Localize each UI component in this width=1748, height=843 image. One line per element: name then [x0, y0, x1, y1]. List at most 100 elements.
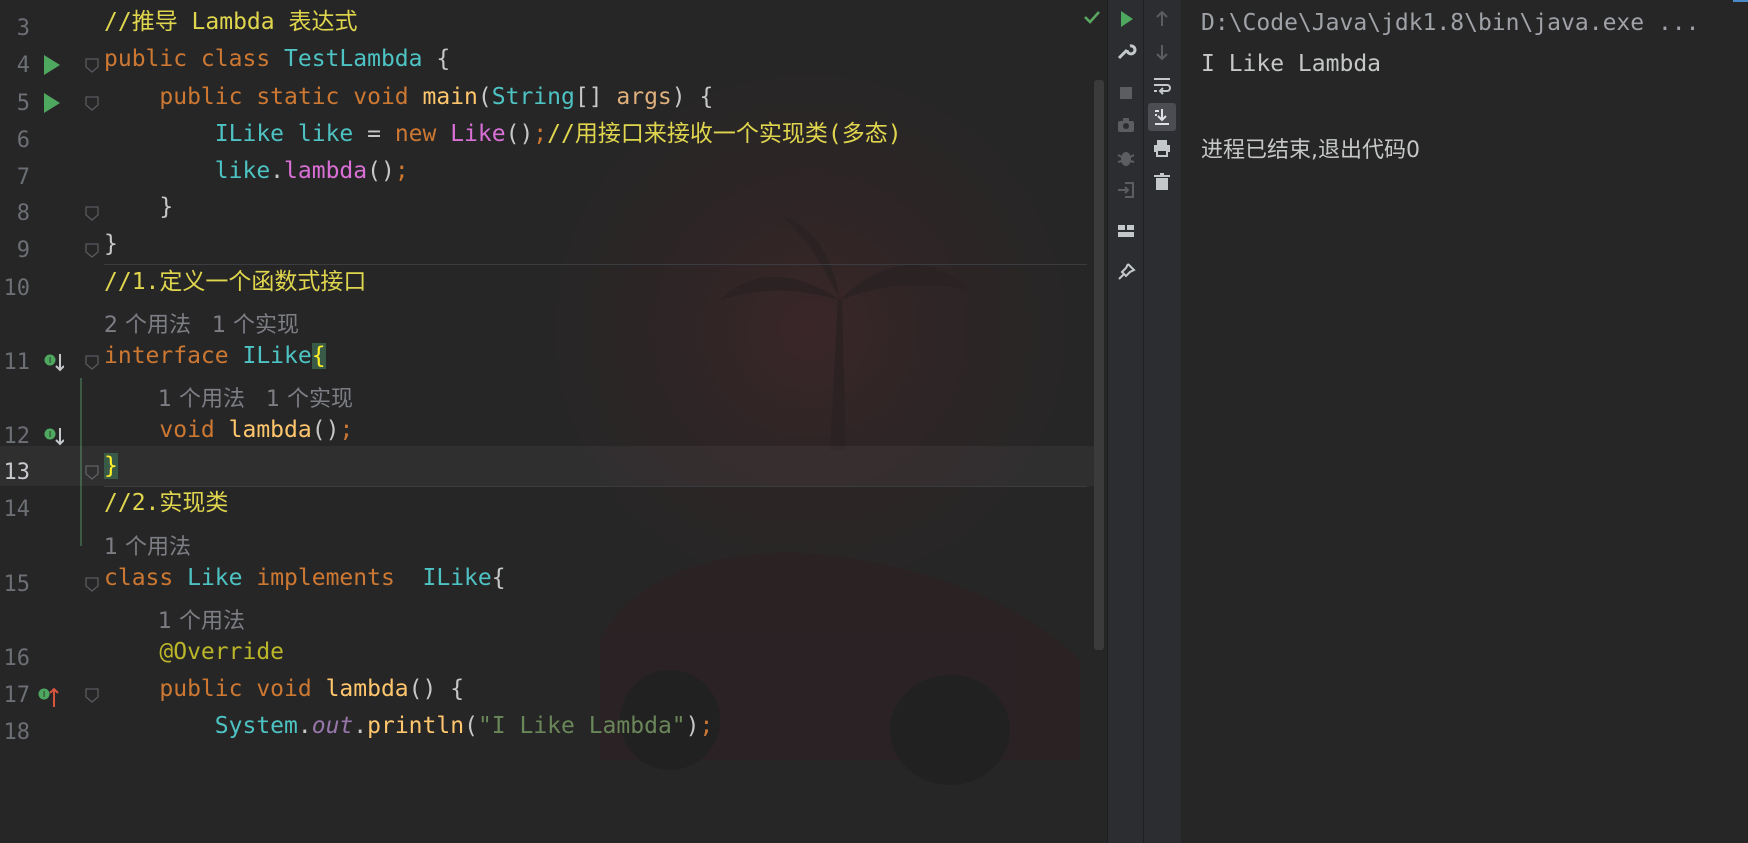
code-token: "I Like Lambda"	[477, 713, 686, 739]
line-number: 16	[3, 646, 31, 671]
fold-icon[interactable]	[85, 58, 99, 73]
run-console[interactable]: D:\Code\Java\jdk1.8\bin\java.exe ... I L…	[1181, 0, 1748, 843]
code-token: (	[477, 84, 492, 110]
code-token: new	[394, 121, 451, 147]
code-token: //2.实现类	[104, 490, 229, 516]
line-number: 11	[3, 350, 31, 375]
login-icon[interactable]	[1114, 178, 1138, 202]
line-number: 8	[16, 201, 30, 226]
code-line[interactable]: }	[104, 187, 173, 227]
fold-icon[interactable]	[85, 577, 99, 592]
code-line[interactable]: System.out.println("I Like Lambda");	[104, 706, 714, 746]
code-token: ;	[533, 121, 548, 147]
soft-wrap-icon[interactable]	[1150, 73, 1174, 97]
code-line[interactable]: void lambda();	[104, 410, 353, 450]
code-line[interactable]: class Like implements ILike{	[104, 558, 506, 598]
code-editor[interactable]: 3 4 5 6 7 8 9 10 11 I 12 I 13 14 15 16 17 I 18 //推导 Lambda…	[0, 0, 1107, 843]
line-number: 17	[3, 683, 31, 708]
gutter-row: 10	[0, 269, 104, 309]
camera-icon[interactable]	[1114, 113, 1138, 137]
current-code-line[interactable]: }	[0, 446, 1104, 486]
code-token: //推导 Lambda 表达式	[104, 9, 358, 35]
code-token: println	[367, 713, 465, 739]
arrow-down-icon[interactable]	[1150, 40, 1174, 64]
code-line[interactable]: //1.定义一个函数式接口	[104, 262, 366, 302]
console-output-line: I Like Lambda	[1201, 51, 1382, 77]
code-area[interactable]: //推导 Lambda 表达式 public class TestLambda {…	[0, 0, 1104, 843]
gutter-row: 5	[0, 84, 104, 124]
code-token: []	[574, 84, 617, 110]
line-number: 18	[3, 720, 31, 745]
code-token: =	[353, 121, 395, 147]
implemented-icon[interactable]: I	[44, 352, 64, 374]
code-token: .	[297, 713, 312, 739]
fold-icon[interactable]	[85, 206, 99, 221]
fold-icon[interactable]	[85, 355, 99, 370]
fold-icon[interactable]	[85, 96, 99, 111]
line-number: 14	[3, 497, 31, 522]
code-token: public void	[159, 676, 326, 702]
arrow-up-icon[interactable]	[1150, 7, 1174, 31]
line-number: 4	[16, 53, 30, 78]
run-gutter-icon[interactable]	[44, 55, 60, 75]
run-gutter-icon[interactable]	[44, 93, 60, 113]
code-token: ()	[367, 158, 395, 184]
stop-icon[interactable]	[1114, 81, 1138, 105]
fold-icon[interactable]	[85, 688, 99, 703]
console-command-line: D:\Code\Java\jdk1.8\bin\java.exe ...	[1201, 10, 1700, 36]
code-line[interactable]: //推导 Lambda 表达式	[104, 2, 357, 42]
fold-icon[interactable]	[85, 243, 99, 258]
code-token: }	[104, 194, 174, 220]
editor-scrollbar[interactable]	[1094, 80, 1104, 650]
line-number: 9	[16, 238, 30, 263]
code-token: ILike	[214, 121, 298, 147]
line-number: 3	[16, 16, 30, 41]
tab-indicator	[1733, 0, 1748, 2]
run-icon[interactable]	[1114, 7, 1138, 31]
code-line[interactable]: public static void main(String[] args) {	[104, 77, 713, 117]
print-icon[interactable]	[1150, 136, 1174, 160]
pin-icon[interactable]	[1114, 260, 1138, 284]
code-line[interactable]: public class TestLambda {	[104, 39, 450, 79]
layout-icon[interactable]	[1114, 219, 1138, 243]
gutter-row: 16	[0, 639, 104, 679]
check-icon	[1084, 11, 1100, 24]
toolbar-divider	[1143, 0, 1144, 843]
gutter-row: 3	[0, 9, 104, 49]
line-number: 10	[3, 276, 31, 301]
wrench-icon[interactable]	[1114, 39, 1138, 63]
gutter-row: 18	[0, 713, 104, 753]
gutter-row: 17 I	[0, 676, 104, 716]
code-token: }	[104, 453, 118, 479]
code-line[interactable]: //2.实现类	[104, 483, 228, 523]
code-line[interactable]: like.lambda();	[104, 151, 409, 191]
code-token: {	[311, 343, 326, 369]
code-line[interactable]: ILike like = new Like();//用接口来接收一个实现类(多态…	[104, 114, 902, 154]
code-token: public class	[104, 46, 285, 72]
code-line[interactable]: public void lambda() {	[104, 669, 464, 709]
code-token: class	[104, 565, 188, 591]
trash-icon[interactable]	[1150, 170, 1174, 194]
code-token: out	[311, 713, 354, 739]
code-token: System	[214, 713, 298, 739]
method-separator	[104, 486, 1087, 487]
code-token: ILike	[242, 343, 312, 369]
code-line[interactable]: interface ILike{	[104, 336, 326, 376]
scroll-to-end-icon[interactable]	[1148, 103, 1176, 131]
code-token: ILike	[422, 565, 492, 591]
code-line[interactable]: @Override	[104, 632, 284, 672]
overrides-icon[interactable]: I	[38, 685, 62, 709]
editor-gutter[interactable]: 3 4 5 6 7 8 9 10 11 I 12 I 13 14 15 16 17 I 18	[0, 0, 104, 843]
code-token: //用接口来接收一个实现类(多态)	[547, 121, 902, 147]
code-token: ;	[339, 417, 354, 443]
code-line[interactable]: }	[104, 224, 118, 264]
line-number: 5	[16, 91, 30, 116]
code-token: lambda	[228, 417, 312, 443]
debug-icon[interactable]	[1114, 146, 1138, 170]
implemented-icon[interactable]: I	[44, 426, 64, 448]
code-token: ;	[699, 713, 714, 739]
code-token: like	[214, 158, 271, 184]
